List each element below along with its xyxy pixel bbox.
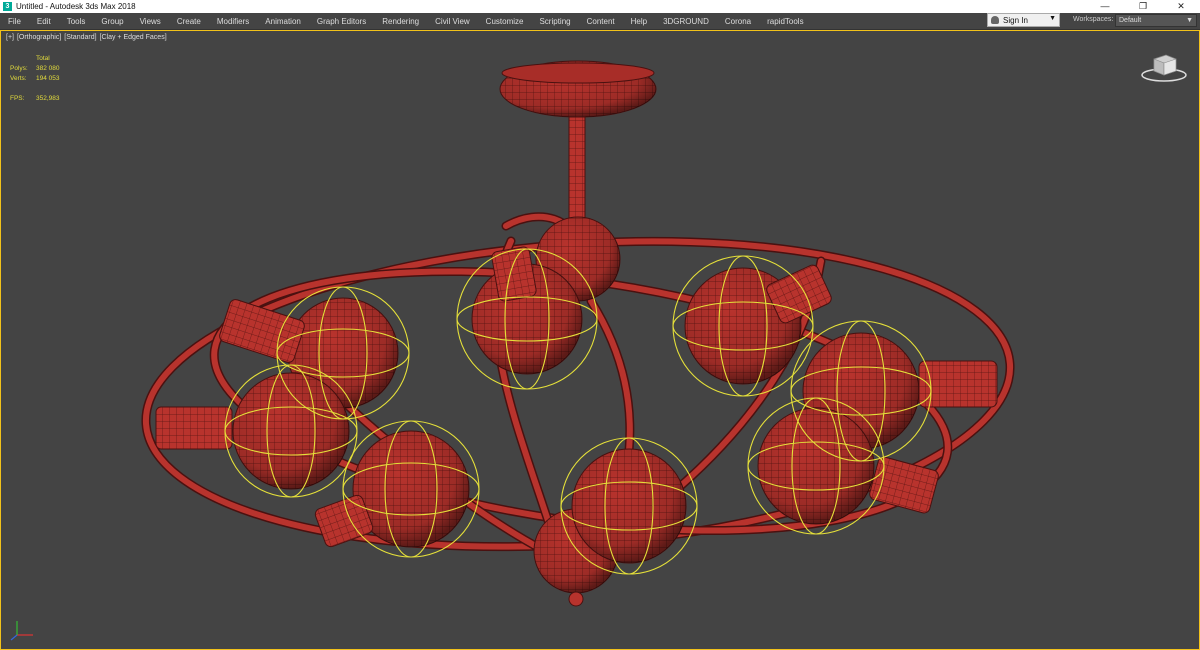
- menu-3dground[interactable]: 3DGROUND: [655, 17, 717, 26]
- sign-in-label: Sign In: [1003, 15, 1028, 25]
- chevron-down-icon: ▼: [1049, 15, 1056, 22]
- minimize-button[interactable]: —: [1086, 0, 1124, 13]
- workspaces-dropdown[interactable]: Default ▼: [1115, 14, 1197, 27]
- fps-label: FPS:: [10, 95, 25, 102]
- viewport-plus-menu[interactable]: [+]: [6, 34, 14, 41]
- stats-fps-row: FPS: 352,983: [10, 94, 60, 104]
- menu-help[interactable]: Help: [623, 17, 655, 26]
- statistics-overlay: Total Polys: 382 080 Verts: 194 053 FPS:…: [10, 54, 60, 104]
- sign-in-button[interactable]: Sign In ▼: [987, 13, 1060, 27]
- workspaces-label: Workspaces:: [1073, 16, 1114, 23]
- menu-group[interactable]: Group: [93, 17, 131, 26]
- menu-file[interactable]: File: [0, 17, 29, 26]
- verts-label: Verts:: [10, 75, 27, 82]
- menu-modifiers[interactable]: Modifiers: [209, 17, 257, 26]
- window-controls: — ❐ ✕: [1086, 0, 1200, 13]
- stats-polys-row: Polys: 382 080: [10, 64, 60, 74]
- stats-verts-row: Verts: 194 053: [10, 74, 60, 84]
- user-icon: [991, 16, 999, 24]
- workspaces-value: Default: [1119, 17, 1142, 24]
- menu-animation[interactable]: Animation: [257, 17, 309, 26]
- app-icon: 3: [3, 2, 12, 11]
- canopy: [499, 60, 657, 228]
- menu-customize[interactable]: Customize: [478, 17, 532, 26]
- perspective-viewport[interactable]: [+] [Orthographic] [Standard] [Clay + Ed…: [0, 30, 1200, 650]
- viewport-label-menu[interactable]: [+] [Orthographic] [Standard] [Clay + Ed…: [6, 34, 168, 41]
- menu-graph-editors[interactable]: Graph Editors: [309, 17, 374, 26]
- menu-create[interactable]: Create: [169, 17, 209, 26]
- menu-rapidtools[interactable]: rapidTools: [759, 17, 811, 26]
- polys-value: 382 080: [36, 65, 60, 72]
- menu-content[interactable]: Content: [579, 17, 623, 26]
- title-bar: 3 Untitled - Autodesk 3ds Max 2018 — ❐ ✕: [0, 0, 1200, 13]
- viewport-view-menu[interactable]: [Orthographic]: [17, 34, 61, 41]
- verts-value: 194 053: [36, 75, 60, 82]
- window-title: Untitled - Autodesk 3ds Max 2018: [16, 2, 136, 11]
- menu-rendering[interactable]: Rendering: [374, 17, 427, 26]
- menu-views[interactable]: Views: [132, 17, 169, 26]
- stats-header: Total: [36, 55, 50, 62]
- menu-corona[interactable]: Corona: [717, 17, 759, 26]
- axis-tripod-icon: [10, 621, 33, 641]
- close-button[interactable]: ✕: [1162, 0, 1200, 13]
- viewcube-icon[interactable]: [1139, 51, 1189, 83]
- chandelier-model[interactable]: [1, 31, 1199, 649]
- menu-tools[interactable]: Tools: [59, 17, 94, 26]
- menu-civil-view[interactable]: Civil View: [427, 17, 478, 26]
- menu-edit[interactable]: Edit: [29, 17, 59, 26]
- polys-label: Polys:: [10, 65, 28, 72]
- restore-button[interactable]: ❐: [1124, 0, 1162, 13]
- viewport-display-mode-menu[interactable]: [Clay + Edged Faces]: [100, 34, 167, 41]
- chevron-down-icon: ▼: [1186, 17, 1193, 24]
- fps-value: 352,983: [36, 95, 60, 102]
- viewport-shading-menu[interactable]: [Standard]: [64, 34, 96, 41]
- menu-scripting[interactable]: Scripting: [531, 17, 578, 26]
